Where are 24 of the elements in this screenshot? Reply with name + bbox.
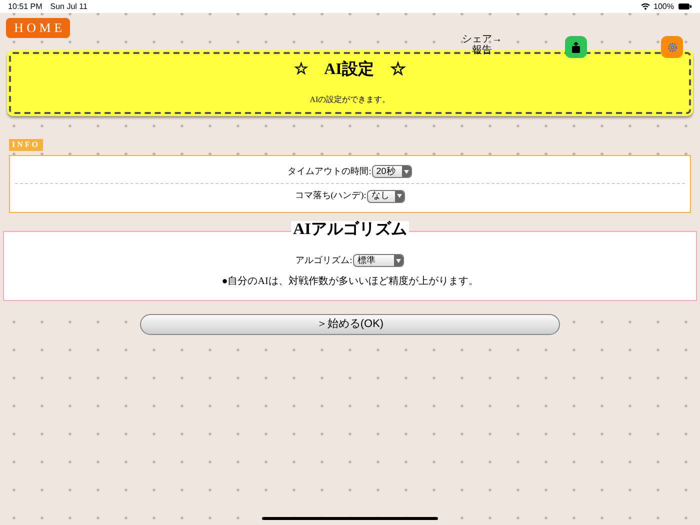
setting-label: アルゴリズム:	[296, 254, 352, 267]
gear-icon	[666, 42, 678, 52]
wifi-icon	[640, 3, 650, 10]
banner-title: ☆ AI設定 ☆	[294, 59, 406, 80]
algorithm-title: AIアルゴリズム	[291, 221, 409, 239]
status-time: 10:51 PM	[8, 0, 42, 12]
dropdown[interactable]: なし	[367, 190, 406, 202]
caret-icon	[404, 170, 410, 174]
banner-subtitle: AIの設定ができます。	[310, 94, 390, 106]
share-button[interactable]	[565, 36, 587, 58]
settings-button[interactable]	[661, 36, 683, 58]
dropdown[interactable]: 20秒	[372, 165, 412, 178]
caret-icon	[397, 194, 402, 198]
start-button[interactable]: ＞始める(OK)	[140, 314, 560, 335]
dropdown[interactable]: 標準	[353, 254, 404, 268]
battery-percent: 100%	[654, 0, 674, 12]
caret-icon	[396, 258, 402, 263]
algorithm-note: ●自分のAIは、対戦作数が多いいほど精度が上がります。	[222, 274, 478, 288]
share-label: シェア→	[462, 34, 502, 45]
share-icon	[571, 42, 581, 52]
status-date: Sun Jul 11	[50, 0, 88, 12]
setting-label: タイムアウトの時間:	[288, 164, 372, 178]
battery-icon	[678, 3, 692, 10]
setting-label: コマ落ち(ハンデ):	[294, 189, 366, 202]
